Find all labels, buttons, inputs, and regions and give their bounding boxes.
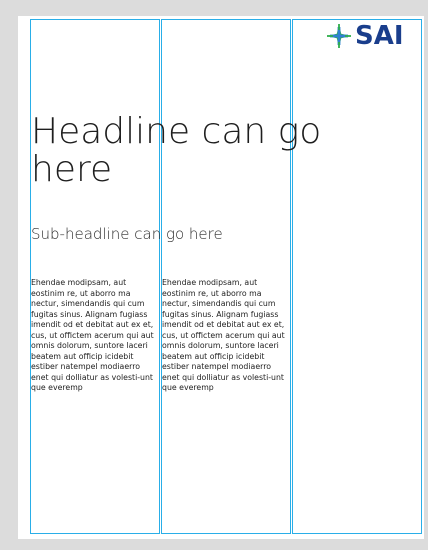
body-column-1: Ehendae modipsam, aut eostinim re, ut ab…	[31, 278, 154, 392]
body-column-2: Ehendae modipsam, aut eostinim re, ut ab…	[162, 278, 285, 392]
sai-logo: SAI	[327, 21, 404, 51]
column-guide-3	[292, 19, 422, 534]
document-page: SAI Headline can go here Sub-headline ca…	[18, 16, 424, 539]
star-cross-icon	[327, 24, 351, 48]
subheadline: Sub-headline can go here	[31, 225, 223, 243]
logo-text: SAI	[355, 21, 404, 51]
column-guide-1	[30, 19, 160, 534]
column-guide-2	[161, 19, 291, 534]
headline: Headline can go here	[31, 111, 322, 190]
